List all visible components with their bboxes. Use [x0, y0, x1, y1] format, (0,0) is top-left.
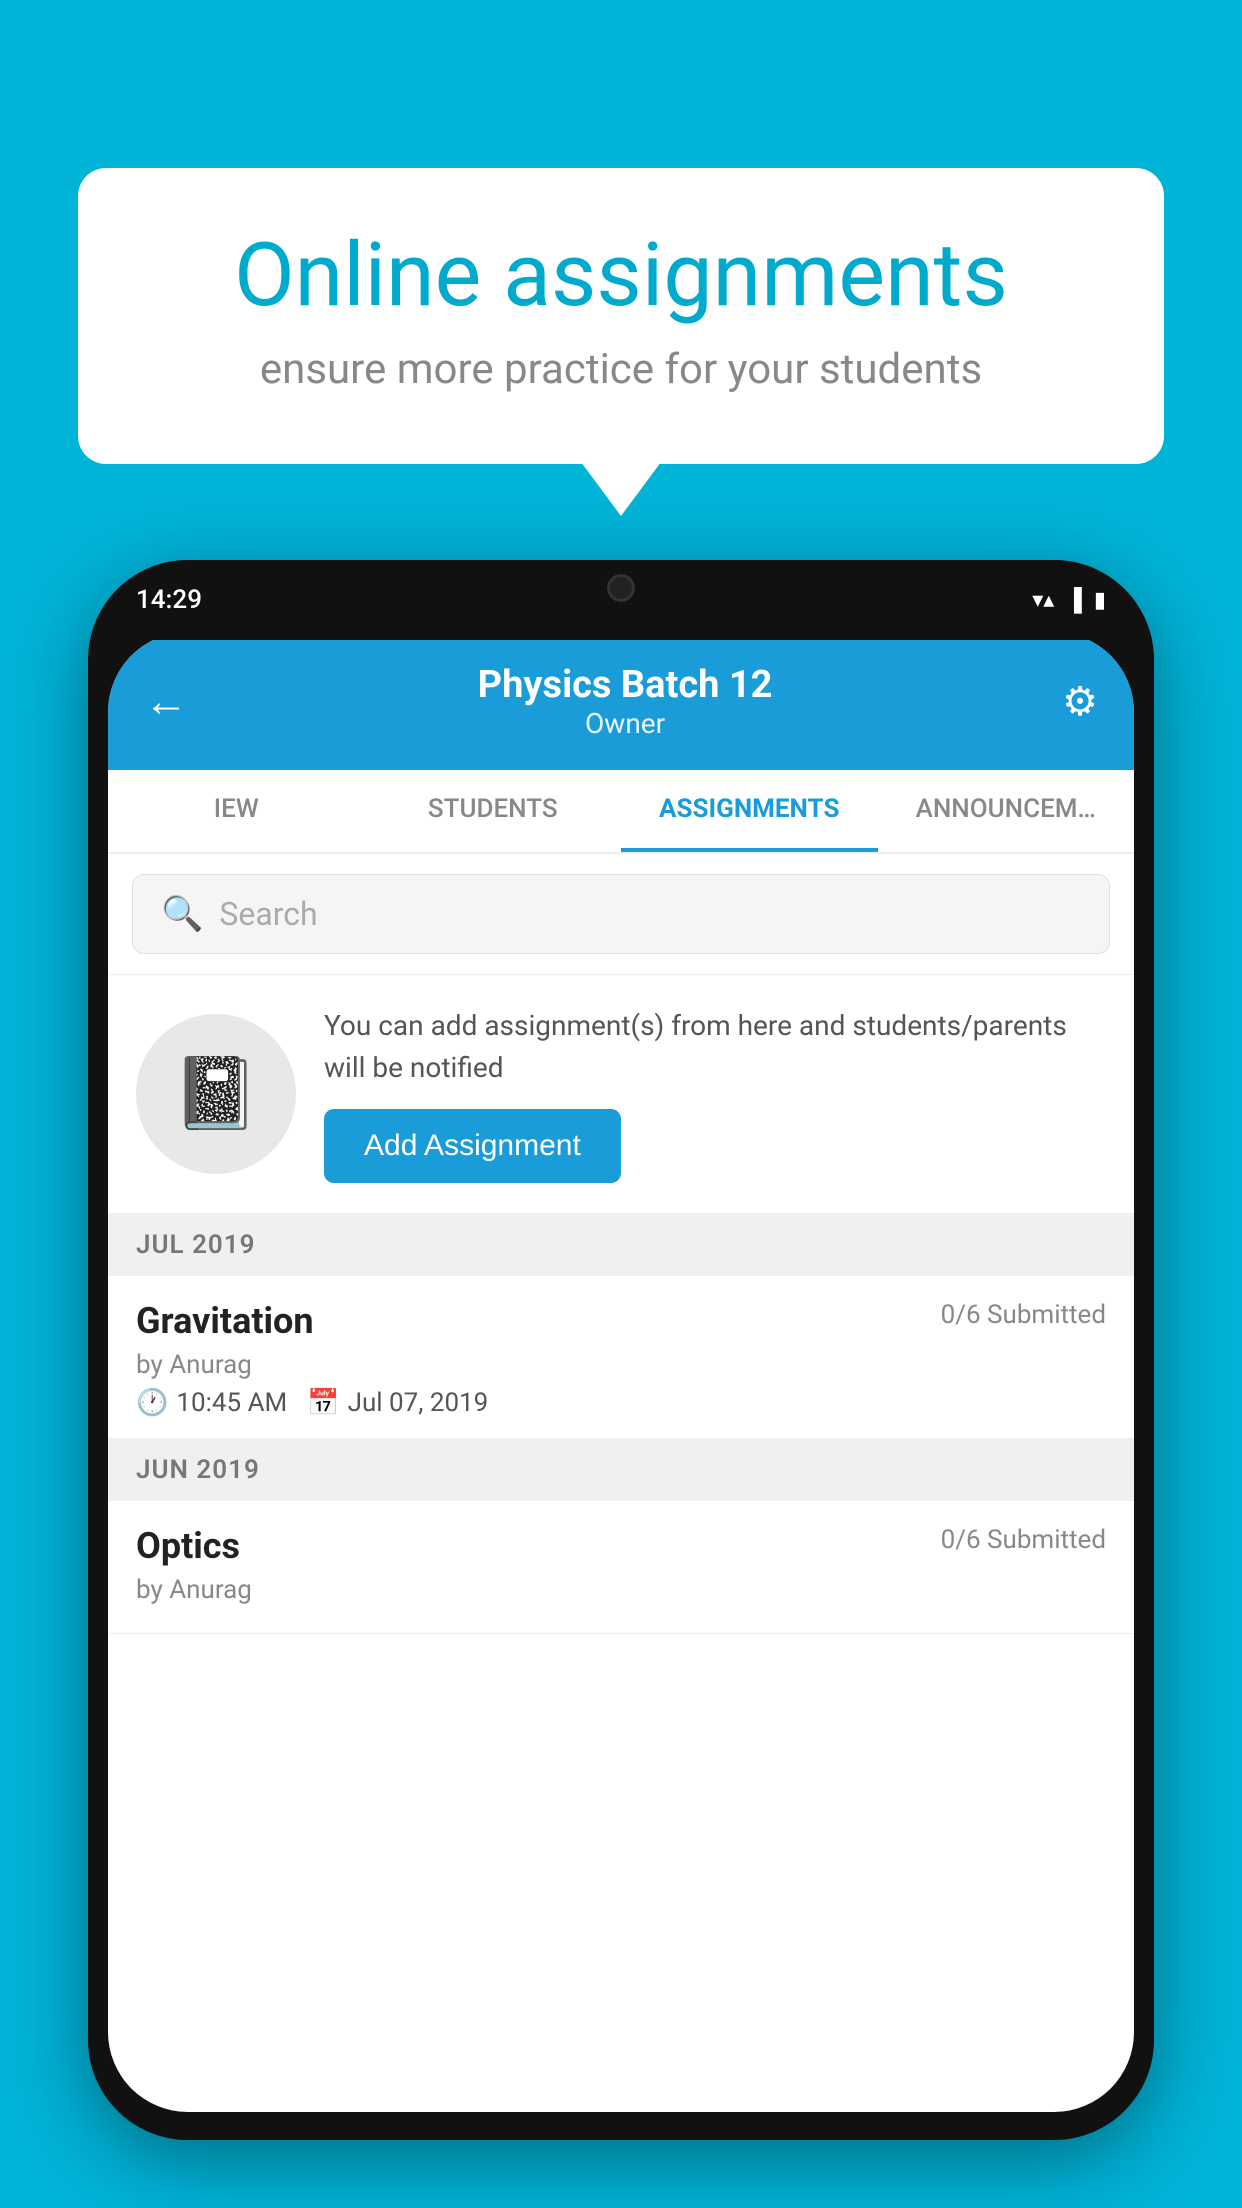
assignment-author-gravitation: by Anurag: [136, 1350, 1106, 1380]
assignment-top-row: Gravitation 0/6 Submitted: [136, 1300, 1106, 1342]
month-header-jul: JUL 2019: [108, 1214, 1134, 1276]
info-card: 📓 You can add assignment(s) from here an…: [108, 975, 1134, 1214]
phone-notch: 14:29 ▾▴ ▐ ▮: [88, 560, 1154, 640]
assignment-item-gravitation[interactable]: Gravitation 0/6 Submitted by Anurag 🕐 10…: [108, 1276, 1134, 1439]
clock-icon: 🕐: [136, 1388, 168, 1418]
tab-iew[interactable]: IEW: [108, 770, 365, 852]
search-bar-container: 🔍 Search: [108, 854, 1134, 975]
assignment-author-optics: by Anurag: [136, 1575, 1106, 1605]
search-icon: 🔍: [161, 894, 203, 934]
speech-bubble-title: Online assignments: [158, 228, 1084, 325]
assignment-top-row-optics: Optics 0/6 Submitted: [136, 1525, 1106, 1567]
calendar-icon: 📅: [307, 1388, 339, 1418]
status-icons: ▾▴ ▐ ▮: [1032, 587, 1106, 613]
battery-icon: ▮: [1094, 588, 1106, 613]
wifi-icon: ▾▴: [1032, 588, 1054, 613]
assignment-date: Jul 07, 2019: [348, 1388, 489, 1418]
assignment-time-item: 🕐 10:45 AM: [136, 1388, 287, 1418]
signal-icon: ▐: [1066, 587, 1082, 613]
assignment-submitted-gravitation: 0/6 Submitted: [941, 1300, 1106, 1330]
add-assignment-button[interactable]: Add Assignment: [324, 1109, 621, 1183]
phone-notch-center: [511, 560, 731, 615]
search-placeholder: Search: [219, 895, 317, 933]
month-header-jun: JUN 2019: [108, 1439, 1134, 1501]
speech-bubble-subtitle: ensure more practice for your students: [158, 345, 1084, 394]
assignment-title-optics: Optics: [136, 1525, 240, 1567]
status-time: 14:29: [136, 585, 202, 615]
info-content: You can add assignment(s) from here and …: [324, 1005, 1106, 1183]
notebook-icon: 📓: [172, 1053, 259, 1135]
speech-bubble: Online assignments ensure more practice …: [78, 168, 1164, 464]
tab-announcements[interactable]: ANNOUNCEM…: [878, 770, 1135, 852]
header-subtitle: Owner: [478, 707, 773, 740]
header-title: Physics Batch 12: [478, 663, 773, 707]
search-bar[interactable]: 🔍 Search: [132, 874, 1110, 954]
assignment-title-gravitation: Gravitation: [136, 1300, 314, 1342]
assignment-icon-circle: 📓: [136, 1014, 296, 1174]
tab-students[interactable]: STUDENTS: [365, 770, 622, 852]
phone-frame: 14:29 ▾▴ ▐ ▮ ← Physics Batch 12 Owner ⚙ …: [88, 560, 1154, 2140]
speech-bubble-container: Online assignments ensure more practice …: [78, 168, 1164, 464]
header-title-area: Physics Batch 12 Owner: [478, 663, 773, 740]
phone-camera: [607, 574, 635, 602]
info-text: You can add assignment(s) from here and …: [324, 1005, 1106, 1089]
tabs-bar: IEW STUDENTS ASSIGNMENTS ANNOUNCEM…: [108, 770, 1134, 854]
assignment-time: 10:45 AM: [176, 1388, 287, 1418]
assignment-item-optics[interactable]: Optics 0/6 Submitted by Anurag: [108, 1501, 1134, 1634]
settings-icon[interactable]: ⚙: [1062, 678, 1098, 725]
tab-assignments[interactable]: ASSIGNMENTS: [621, 770, 878, 852]
assignment-submitted-optics: 0/6 Submitted: [941, 1525, 1106, 1555]
assignment-date-item: 📅 Jul 07, 2019: [307, 1388, 488, 1418]
assignment-meta-gravitation: 🕐 10:45 AM 📅 Jul 07, 2019: [136, 1388, 1106, 1418]
phone-screen: ← Physics Batch 12 Owner ⚙ IEW STUDENTS …: [108, 632, 1134, 2112]
app-header: ← Physics Batch 12 Owner ⚙: [108, 632, 1134, 770]
back-button[interactable]: ←: [144, 675, 188, 727]
